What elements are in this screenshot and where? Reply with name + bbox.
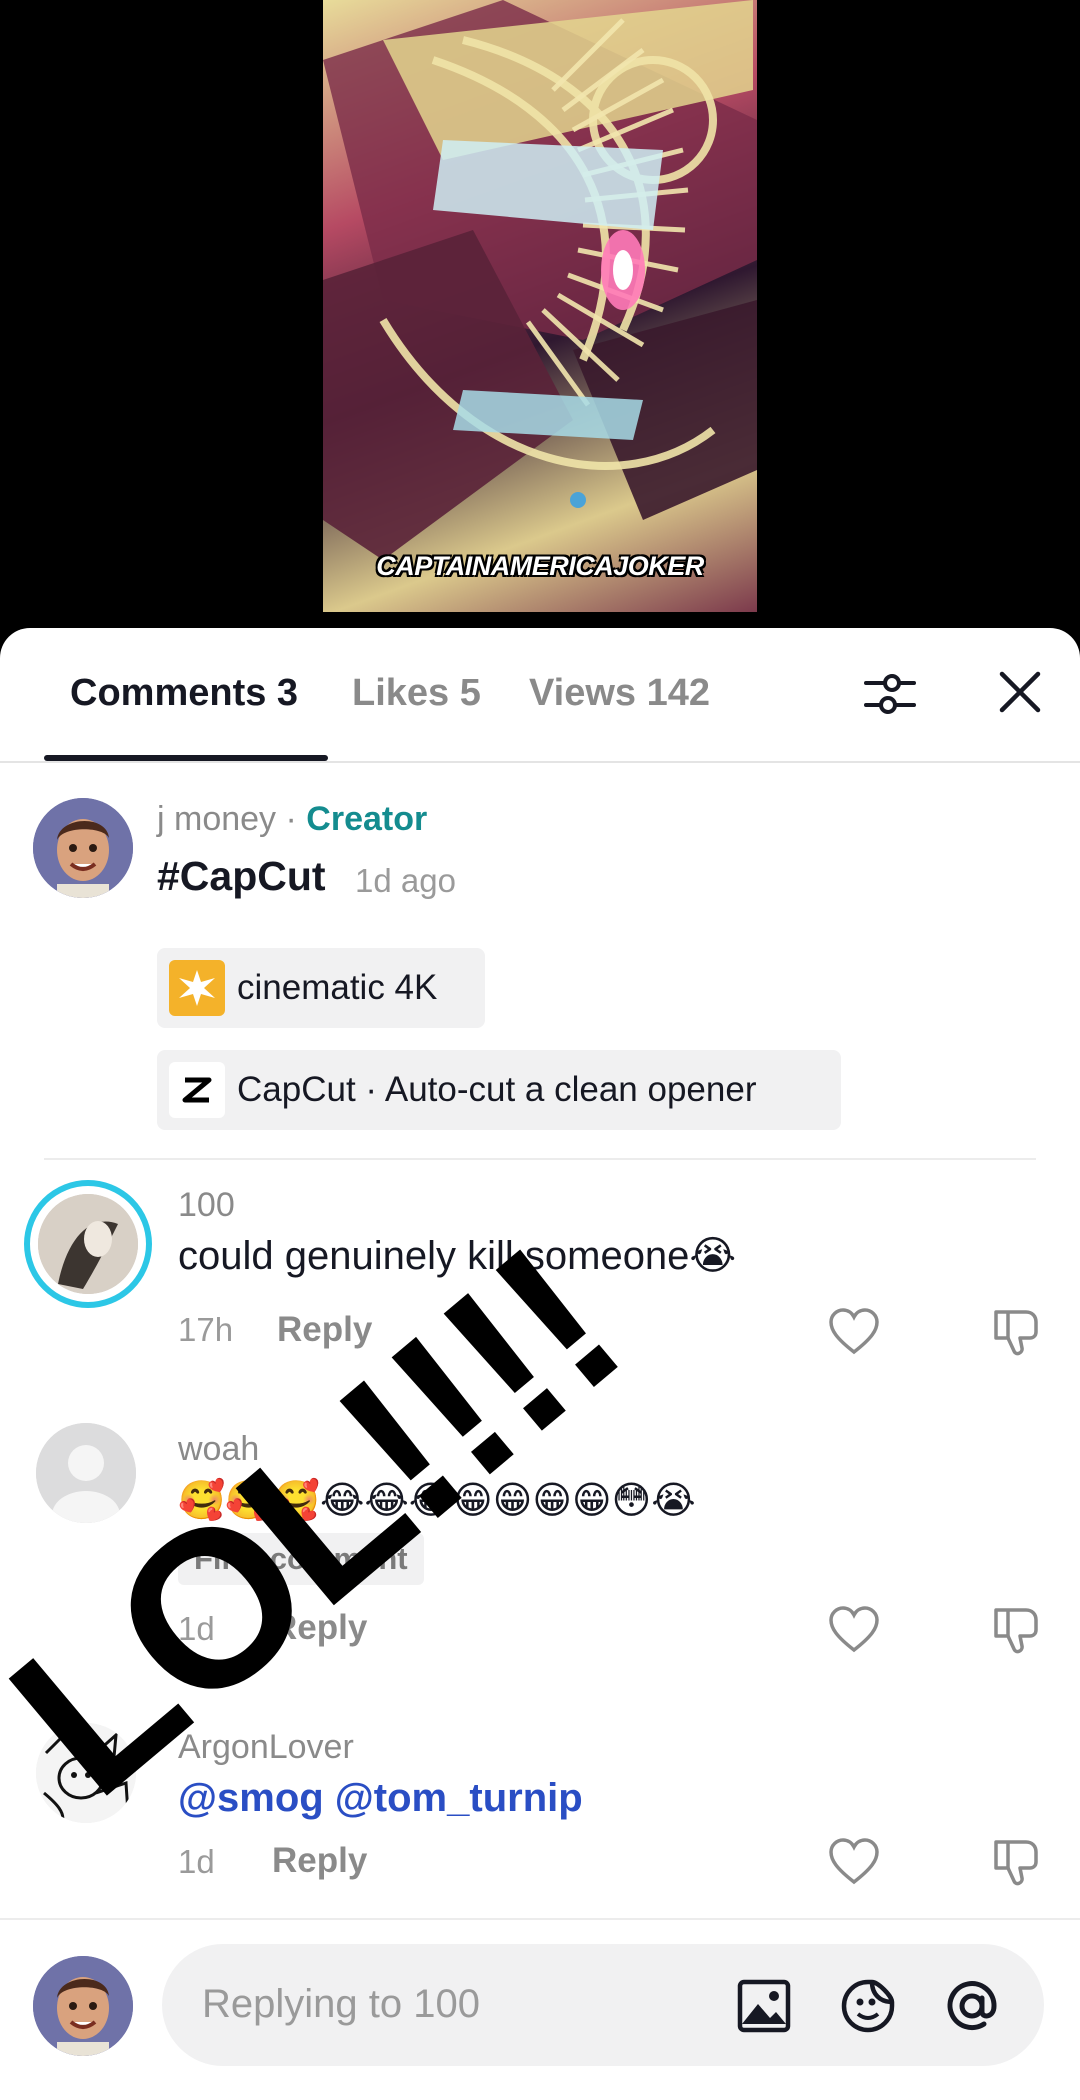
default-avatar-icon [36, 1423, 136, 1523]
heart-icon[interactable] [828, 1836, 880, 1888]
comment-username[interactable]: j money · Creator [157, 800, 427, 839]
username-text[interactable]: j money [157, 800, 276, 838]
filter-icon[interactable] [862, 666, 918, 722]
close-icon[interactable] [992, 664, 1048, 720]
comment-username[interactable]: 100 [178, 1186, 235, 1225]
sparkle-effect-icon [169, 960, 225, 1016]
avatar [33, 1956, 133, 2056]
effect-chip[interactable]: cinematic 4K [157, 948, 485, 1028]
dislike-icon[interactable] [990, 1836, 1042, 1888]
tab-comments[interactable]: Comments 3 [70, 672, 298, 715]
heart-icon[interactable] [828, 1604, 880, 1656]
image-icon[interactable] [734, 1976, 794, 2036]
photo-avatar-icon [38, 1194, 138, 1294]
tab-likes[interactable]: Likes 5 [352, 672, 481, 715]
active-tab-indicator [44, 755, 328, 761]
avatar[interactable] [36, 1423, 136, 1523]
tab-views[interactable]: Views 142 [529, 672, 710, 715]
comment-input-bar: Replying to 100 [0, 1918, 1080, 2100]
tab-bar: Comments 3 Likes 5 Views 142 [0, 628, 1080, 763]
video-thumbnail[interactable]: CAPTAINAMERICAJOKER [323, 0, 757, 612]
caption-hashtag[interactable]: #CapCut [157, 853, 326, 900]
cartoon-avatar-icon [33, 1956, 133, 2056]
avatar [38, 1194, 138, 1294]
reply-button[interactable]: Reply [272, 1841, 367, 1881]
capcut-chip[interactable]: CapCut · Auto-cut a clean opener [157, 1050, 841, 1130]
avatar[interactable] [33, 798, 133, 898]
story-ring[interactable] [24, 1180, 152, 1308]
video-caption-text: CAPTAINAMERICAJOKER [376, 551, 704, 581]
video-artwork [323, 0, 757, 560]
cartoon-avatar-icon [33, 798, 133, 898]
dislike-icon[interactable] [990, 1306, 1042, 1358]
mention-icon[interactable] [942, 1976, 1002, 2036]
caption-timestamp: 1d ago [355, 862, 456, 899]
comment-mentions[interactable]: @smog @tom_turnip [178, 1776, 583, 1821]
sticker-icon[interactable] [838, 1976, 898, 2036]
video-player[interactable]: CAPTAINAMERICAJOKER [0, 0, 1080, 640]
divider [44, 1158, 1036, 1160]
capcut-logo-icon [169, 1062, 225, 1118]
comment-timestamp: 17h [178, 1311, 234, 1348]
heart-icon[interactable] [828, 1306, 880, 1358]
dislike-icon[interactable] [990, 1604, 1042, 1656]
input-placeholder: Replying to 100 [202, 1982, 480, 2026]
capcut-chip-label: CapCut · Auto-cut a clean opener [237, 1070, 757, 1109]
creator-badge: Creator [306, 800, 428, 838]
separator-dot: · [276, 800, 307, 838]
comment-input[interactable]: Replying to 100 [162, 1944, 1044, 2066]
comment-timestamp: 1d [178, 1843, 215, 1880]
effect-chip-label: cinematic 4K [237, 968, 438, 1007]
